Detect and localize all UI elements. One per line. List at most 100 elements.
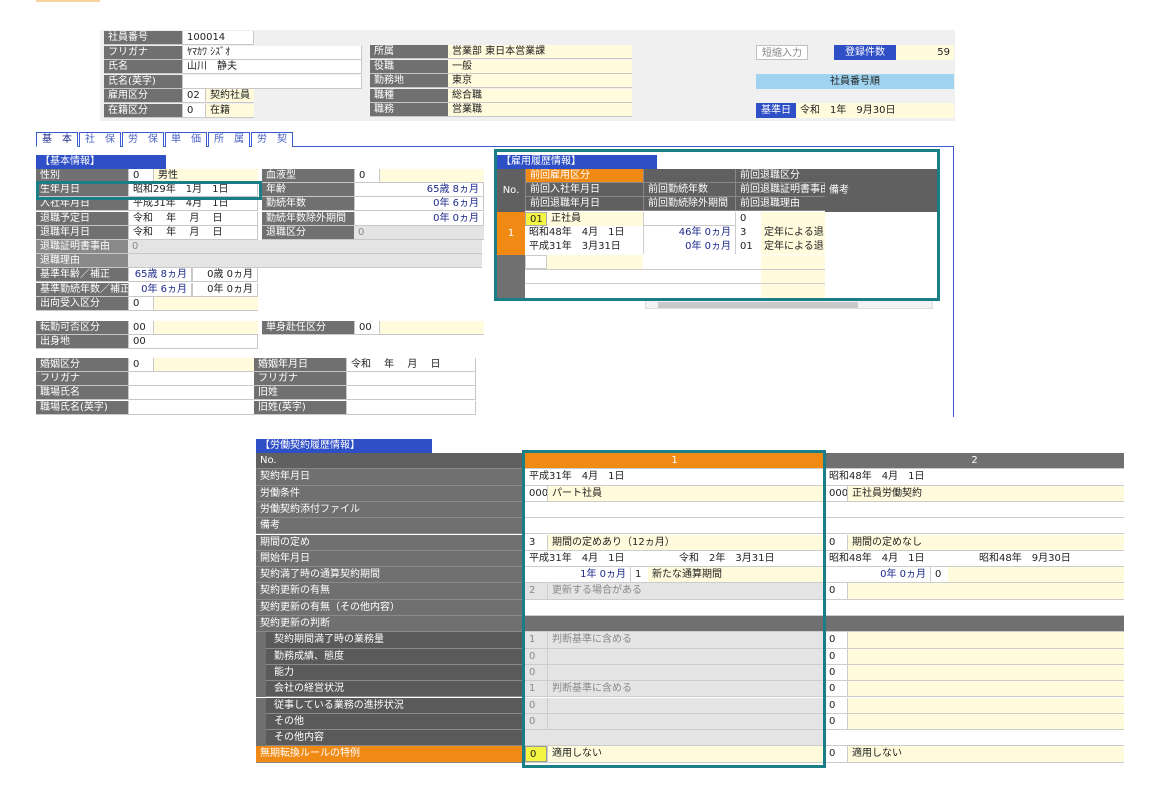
lc-value[interactable]: 昭和48年 4月 1日 xyxy=(825,469,1124,484)
basic-left-row: 退職予定日 令和 年 月 日 xyxy=(36,211,258,226)
basic-field-label: 勤続年数 xyxy=(262,197,354,212)
lc-code[interactable]: 0001 xyxy=(825,486,854,501)
header-row-value[interactable]: 在籍 xyxy=(206,103,254,118)
eh-scroll-thumb[interactable] xyxy=(658,302,858,308)
lc-code[interactable]: 0 xyxy=(825,649,847,664)
sort-order-label[interactable]: 社員番号順 xyxy=(756,74,954,89)
lc-col2-cell: 0 適用しない xyxy=(824,746,1124,763)
header-org-value[interactable]: 営業職 xyxy=(448,103,632,117)
lc-col2-cell: 0 xyxy=(824,681,1124,698)
lc-value[interactable]: 正社員労働契約 xyxy=(847,485,1124,501)
header-row-code[interactable]: 0 xyxy=(182,103,206,118)
basic-info-title: 【基本情報】 xyxy=(36,155,166,169)
lc-value[interactable]: 期間の定めなし xyxy=(847,534,1124,550)
header-org-value[interactable]: 総合職 xyxy=(448,88,632,103)
transfer-value[interactable] xyxy=(154,321,258,335)
lc-code[interactable]: 0 xyxy=(825,583,847,598)
header-row-label: 在籍区分 xyxy=(104,103,182,118)
lc-value[interactable] xyxy=(847,681,1124,697)
base-date-value[interactable]: 令和 1年 9月30日 xyxy=(796,103,954,118)
marriage-code[interactable]: 0 xyxy=(128,358,154,372)
basic-field-value[interactable] xyxy=(154,296,258,311)
shortcut-input-button[interactable]: 短縮入力 xyxy=(756,45,808,60)
header-row-value[interactable] xyxy=(182,74,362,89)
lc-code[interactable]: 0 xyxy=(825,535,847,550)
basic-field-label: 退職年月日 xyxy=(36,225,128,240)
lc-code[interactable]: 0 xyxy=(825,746,847,761)
basic-field-label: 退職区分 xyxy=(262,225,354,240)
basic-field-value[interactable]: 令和 年 月 日 xyxy=(128,225,258,240)
solo-assignment-value[interactable] xyxy=(380,321,484,335)
marriage-value[interactable] xyxy=(128,386,258,401)
marriage-value2[interactable]: 令和 年 月 日 xyxy=(346,358,476,372)
basic-right-row: 血液型 0 xyxy=(262,169,484,183)
header-org-value[interactable]: 東京 xyxy=(448,74,632,88)
lc-value[interactable] xyxy=(847,713,1124,730)
transfer-code[interactable]: 00 xyxy=(128,321,154,335)
tab-5[interactable]: 労 契 xyxy=(251,132,293,147)
birthplace-code[interactable]: 00 xyxy=(128,335,258,349)
lc-end-date[interactable]: 昭和48年 9月30日 xyxy=(975,551,1124,566)
lc-period-type[interactable] xyxy=(948,567,1124,583)
lc-start-date[interactable]: 昭和48年 4月 1日 xyxy=(825,551,975,566)
header-row-value[interactable]: 100014 xyxy=(182,31,254,45)
basic-field-code[interactable]: 0 xyxy=(354,169,380,183)
lc-code[interactable]: 0 xyxy=(825,632,847,647)
lc-indent-bar xyxy=(256,648,266,665)
lc-code[interactable]: 0 xyxy=(825,681,847,696)
lc-value[interactable] xyxy=(847,664,1124,681)
marriage-value[interactable] xyxy=(128,400,258,415)
solo-assignment-code[interactable]: 00 xyxy=(354,321,380,335)
lc-code[interactable]: 0 xyxy=(825,698,847,713)
basic-field-value2[interactable]: 0歳 0ヵ月 xyxy=(192,268,258,283)
lc-value[interactable] xyxy=(847,583,1124,599)
lc-value[interactable]: 適用しない xyxy=(847,746,1124,762)
basic-field-value2[interactable]: 0年 0ヵ月 xyxy=(192,282,258,297)
basic-field-value[interactable] xyxy=(380,225,484,240)
lc-value[interactable] xyxy=(847,648,1124,664)
header-row-value[interactable]: ﾔﾏｶﾜ ｼｽﾞｵ xyxy=(182,45,362,60)
marriage-row: 婚姻区分 0 婚姻年月日 令和 年 月 日 xyxy=(36,358,476,372)
lc-col2-no[interactable]: 2 xyxy=(825,453,1124,468)
basic-field-value[interactable]: 令和 年 月 日 xyxy=(128,211,258,226)
lc-col2-cell: 2 xyxy=(824,453,1124,470)
solo-assignment-label: 単身赴任区分 xyxy=(262,321,354,335)
header-row: 雇用区分 02 契約社員 xyxy=(104,89,254,103)
basic-field-code[interactable]: 0 xyxy=(354,225,380,240)
marriage-value[interactable] xyxy=(128,372,258,387)
lc-row-label: 能力 xyxy=(256,664,524,682)
tab-3[interactable]: 単 価 xyxy=(165,132,207,147)
basic-field-code xyxy=(128,254,154,269)
basic-field-value[interactable] xyxy=(380,169,484,183)
tab-4[interactable]: 所 属 xyxy=(208,132,250,147)
header-org-value[interactable]: 一般 xyxy=(448,59,632,74)
header-org-value[interactable]: 営業部 東日本営業課 xyxy=(448,45,632,59)
lc-col2-cell xyxy=(824,518,1124,535)
tab-bar: 基 本社 保労 保単 価所 属労 契 xyxy=(36,132,294,147)
marriage-value2[interactable] xyxy=(346,386,476,401)
lc-code[interactable]: 0 xyxy=(825,665,847,680)
basic-right-row: 勤続年数 0年 6ヵ月 xyxy=(262,197,484,212)
tab-0[interactable]: 基 本 xyxy=(36,132,78,147)
lc-value[interactable] xyxy=(847,632,1124,648)
basic-field-code[interactable]: 0 xyxy=(128,296,154,311)
lc-code[interactable]: 0 xyxy=(825,714,847,729)
tab-1[interactable]: 社 保 xyxy=(79,132,121,147)
header-org-row: 所属 営業部 東日本営業課 xyxy=(370,45,632,59)
lc-period-value: 0年 0ヵ月 xyxy=(880,569,926,581)
eh-scrollbar[interactable] xyxy=(645,300,933,309)
marriage-value2[interactable] xyxy=(346,372,476,387)
marriage-value2[interactable] xyxy=(346,400,476,415)
header-org-label: 勤務地 xyxy=(370,74,448,88)
lc-indent-bar xyxy=(256,730,266,747)
lc-value[interactable] xyxy=(847,697,1124,713)
header-row-value[interactable]: 山川 静夫 xyxy=(182,60,362,74)
header-row-value[interactable]: 契約社員 xyxy=(206,89,254,103)
lc-row-label: 期間の定め xyxy=(256,534,524,551)
header-row-code[interactable]: 02 xyxy=(182,89,206,103)
tab-2[interactable]: 労 保 xyxy=(122,132,164,147)
header-row: 氏名 山川 静夫 xyxy=(104,60,362,74)
marriage-value[interactable] xyxy=(154,358,258,372)
lc-period-code[interactable]: 0 xyxy=(930,567,948,583)
marriage-label: 職場氏名(英字) xyxy=(36,400,128,415)
